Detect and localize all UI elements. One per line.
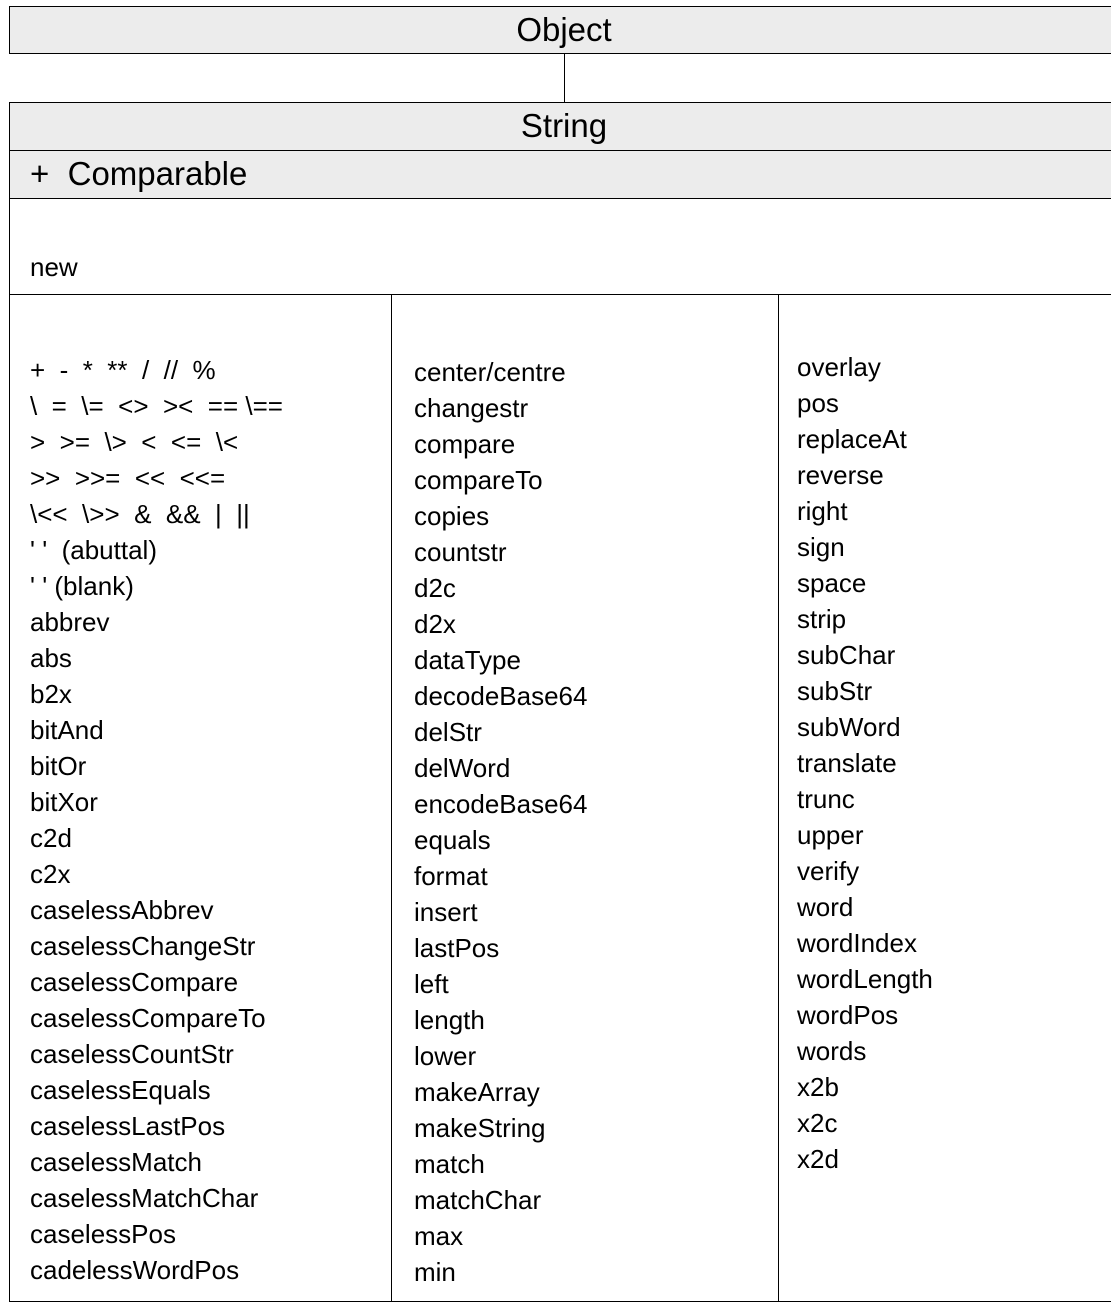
method-list: overlay pos replaceAt reverse right sign space… [797, 349, 933, 1177]
class-title-row: String [10, 103, 1111, 151]
method-name: ' ' (blank) [30, 571, 134, 601]
method-name: match [414, 1149, 485, 1179]
method-name: c2d [30, 823, 72, 853]
method-name: reverse [797, 460, 884, 490]
method-name: caselessCompareTo [30, 1003, 266, 1033]
method-name: x2c [797, 1108, 838, 1138]
method-name: overlay [797, 352, 881, 382]
instance-methods-column-2: center/centre changestr compare compareTo co… [392, 295, 779, 1301]
method-name: replaceAt [797, 424, 907, 454]
method-name: verify [797, 856, 860, 886]
class-box: String + Comparable new + - * ** / // % \… [9, 102, 1111, 1302]
method-list: + - * ** / // % \ = \= <> >< == \== > >= \… [30, 352, 283, 1288]
method-name: max [414, 1221, 464, 1251]
method-name: >> >>= << <<= [30, 463, 226, 493]
method-name: x2b [797, 1072, 839, 1102]
method-name: abbrev [30, 607, 110, 637]
method-name: caselessChangeStr [30, 931, 256, 961]
method-name: wordIndex [797, 928, 917, 958]
method-name: bitOr [30, 751, 87, 781]
method-name: copies [414, 501, 490, 531]
method-name: bitXor [30, 787, 98, 817]
method-name: min [414, 1257, 456, 1287]
method-name: countstr [414, 537, 507, 567]
method-name: b2x [30, 679, 72, 709]
method-name: lower [414, 1041, 477, 1071]
parent-class-name: Object [516, 11, 612, 48]
method-name: + - * ** / // % [30, 355, 216, 385]
method-name: caselessCompare [30, 967, 239, 997]
method-name: matchChar [414, 1185, 542, 1215]
method-list: center/centre changestr compare compareTo co… [414, 354, 587, 1290]
method-name: equals [414, 825, 491, 855]
method-name: caselessPos [30, 1219, 176, 1249]
inheritance-connector [564, 54, 565, 102]
method-name: format [414, 861, 488, 891]
method-name: d2c [414, 573, 456, 603]
method-name: makeString [414, 1113, 546, 1143]
method-name: right [797, 496, 848, 526]
method-name: caselessLastPos [30, 1111, 226, 1141]
method-name: abs [30, 643, 72, 673]
method-name: c2x [30, 859, 71, 889]
method-name: word [797, 892, 854, 922]
mixin-row: + Comparable [10, 151, 1111, 199]
method-name: > >= \> < <= \< [30, 427, 239, 457]
method-name: caselessEquals [30, 1075, 211, 1105]
method-name: cadelessWordPos [30, 1255, 240, 1285]
method-name: caselessCountStr [30, 1039, 234, 1069]
method-name: changestr [414, 393, 529, 423]
method-name: space [797, 568, 867, 598]
method-name: bitAnd [30, 715, 104, 745]
method-name: strip [797, 604, 847, 634]
method-name: caselessAbbrev [30, 895, 214, 925]
method-name: pos [797, 388, 839, 418]
method-name: caselessMatchChar [30, 1183, 259, 1213]
method-name: trunc [797, 784, 855, 814]
method-name: delStr [414, 717, 482, 747]
method-name: words [797, 1036, 867, 1066]
method-name: x2d [797, 1144, 839, 1174]
method-name: \ = \= <> >< == \== [30, 391, 283, 421]
class-name: String [520, 107, 608, 144]
method-name: d2x [414, 609, 456, 639]
method-name: caselessMatch [30, 1147, 202, 1177]
class-methods-section: new [10, 199, 1111, 295]
method-name: dataType [414, 645, 521, 675]
method-name: length [414, 1005, 485, 1035]
method-name: translate [797, 748, 897, 778]
method-name: encodeBase64 [414, 789, 588, 819]
method-name: wordLength [797, 964, 933, 994]
method-name: subStr [797, 676, 873, 706]
method-name: left [414, 969, 449, 999]
method-name: \<< \>> & && | || [30, 499, 250, 529]
method-name: decodeBase64 [414, 681, 588, 711]
method-name: subChar [797, 640, 896, 670]
method-name: upper [797, 820, 864, 850]
method-name: ' ' (abuttal) [30, 535, 157, 565]
method-name: lastPos [414, 933, 500, 963]
instance-methods-column-3: overlay pos replaceAt reverse right sign space… [779, 295, 1111, 1301]
method-name: compare [414, 429, 516, 459]
method-name: sign [797, 532, 845, 562]
method-name: insert [414, 897, 478, 927]
method-name: center/centre [414, 357, 566, 387]
parent-class-box: Object [9, 6, 1111, 54]
mixin-label: + Comparable [30, 155, 248, 192]
method-name: wordPos [797, 1000, 899, 1030]
method-name: subWord [797, 712, 901, 742]
method-name: delWord [414, 753, 511, 783]
method-name: compareTo [414, 465, 543, 495]
instance-methods-column-1: + - * ** / // % \ = \= <> >< == \== > >= \… [10, 295, 392, 1301]
class-method: new [30, 252, 78, 282]
method-name: makeArray [414, 1077, 540, 1107]
